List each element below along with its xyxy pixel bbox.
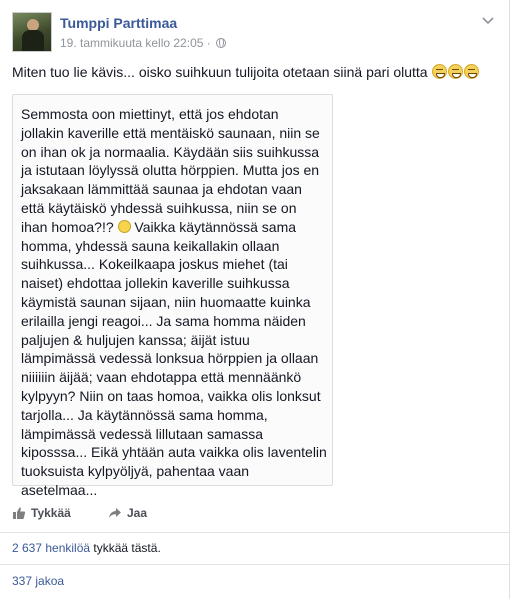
- quote-line: käymistä saunan sijaan, niin huomaatte k…: [21, 293, 311, 310]
- share-button[interactable]: Jaa: [108, 506, 147, 520]
- quote-line: suihkussa... Kokeilkaapa joskus miehet (…: [21, 256, 288, 273]
- post-message-text: Miten tuo lie kävis... oisko suihkuun tu…: [12, 64, 428, 80]
- like-label: Tykkää: [31, 506, 71, 520]
- smiley-icon: [117, 219, 131, 233]
- timestamp[interactable]: 19. tammikuuta kello 22:05: [60, 36, 203, 50]
- post-header: Tumppi Parttimaa 19. tammikuuta kello 22…: [12, 12, 498, 54]
- likes-count-link[interactable]: 2 637 henkilöä: [12, 541, 90, 555]
- quote-line: kylpyyn? Niin on taas homoa, vaikka olis…: [21, 387, 321, 404]
- quote-line: Vaikka käytännössä sama: [134, 218, 297, 235]
- divider: [0, 564, 510, 565]
- post-message: Miten tuo lie kävis... oisko suihkuun tu…: [12, 64, 480, 80]
- avatar[interactable]: [12, 12, 52, 52]
- quote-line: paljujen & huljujen kanssa; äijät istuu: [21, 331, 250, 348]
- thumbs-up-icon: [13, 507, 26, 519]
- grinning-squint-emoji-icon: [464, 64, 480, 79]
- facebook-post: Tumppi Parttimaa 19. tammikuuta kello 22…: [0, 0, 510, 599]
- quote-line: naiset) ehdottaa jollekin kaverille suih…: [21, 275, 290, 292]
- quoted-text: Semmosta oon miettinyt, että jos ehdotan…: [21, 105, 327, 500]
- quote-line: tuoksuista kylpyöljyä, pahentaa vaan: [21, 463, 250, 480]
- quote-line: että käytäiskö yhdessä suihkussa, niin s…: [21, 199, 297, 216]
- quote-line: on ihan ok ja normaalia. Käydään siis su…: [21, 143, 320, 160]
- likes-summary: 2 637 henkilöä tykkää tästä.: [12, 541, 161, 555]
- shares-count-link[interactable]: 337 jakoa: [12, 574, 64, 588]
- quoted-text-box: Semmosta oon miettinyt, että jos ehdotan…: [12, 94, 333, 498]
- grinning-squint-emoji-icon: [448, 64, 464, 79]
- quote-line: niiiiiin äijää; vaan ehdotappa että menn…: [21, 369, 302, 386]
- post-meta: 19. tammikuuta kello 22:05 ·: [60, 36, 227, 50]
- quote-line: kiposssa... Eikä yhtään auta vaikka olis…: [21, 444, 327, 461]
- author-name[interactable]: Tumppi Parttimaa: [60, 15, 177, 31]
- quote-line: asetelmaa...: [21, 481, 98, 498]
- meta-separator: ·: [206, 36, 211, 50]
- quote-line: jaksakaan lämmittää saunaa ja ehdotan va…: [21, 181, 302, 198]
- divider: [0, 532, 510, 533]
- avatar-body: [22, 30, 44, 51]
- quote-line: tarjolla... Ja käytännössä sama homma,: [21, 406, 268, 423]
- quote-line: ja istutaan löylyssä olutta hörppien. Mu…: [21, 162, 320, 179]
- quote-line: lämpimässä vedessä lonksua hörppien ja o…: [21, 350, 319, 367]
- quote-line: ihan homoa?!?: [21, 218, 114, 235]
- quote-line: homma, yhdessä sauna keikallakin ollaan: [21, 237, 280, 254]
- quote-line: lämpimässä vedessä lillutaan samassa: [21, 425, 263, 442]
- quote-line: jollakin kaverille että mentäiskö saunaa…: [21, 124, 320, 141]
- globe-icon[interactable]: [216, 38, 227, 48]
- share-label: Jaa: [127, 506, 148, 520]
- likes-suffix: tykkää tästä.: [90, 541, 161, 555]
- grinning-squint-emoji-icon: [432, 64, 448, 79]
- chevron-down-icon[interactable]: [480, 14, 496, 28]
- quote-line: erilailla jengi reagoi... Ja sama homma …: [21, 312, 306, 329]
- share-arrow-icon: [109, 508, 121, 518]
- quote-line: Semmosta oon miettinyt, että jos ehdotan: [21, 106, 279, 122]
- like-button[interactable]: Tykkää: [12, 506, 71, 520]
